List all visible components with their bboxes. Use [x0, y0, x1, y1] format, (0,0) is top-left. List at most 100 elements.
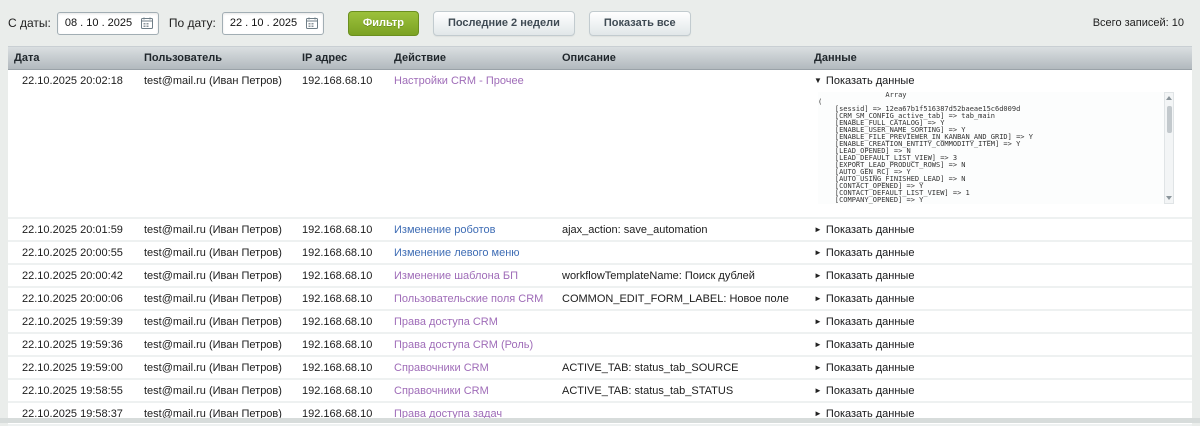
filter-button[interactable]: Фильтр — [348, 11, 419, 36]
scrollbar[interactable] — [1164, 92, 1174, 204]
row-date: 22.10.2025 19:58:55 — [8, 380, 138, 401]
row-date: 22.10.2025 19:59:00 — [8, 357, 138, 378]
triangle-right-icon: ► — [814, 225, 822, 234]
row-date: 22.10.2025 20:01:59 — [8, 219, 138, 240]
triangle-right-icon: ► — [814, 409, 822, 418]
action-link[interactable]: Права доступа CRM — [394, 316, 498, 328]
show-data-toggle[interactable]: ► Показать данные — [814, 339, 914, 351]
row-date: 22.10.2025 19:59:39 — [8, 311, 138, 332]
show-data-toggle[interactable]: ►Показать данные — [814, 224, 914, 236]
show-data-label: Показать данные — [826, 270, 915, 282]
action-cell: Пользовательские поля CRM — [388, 288, 556, 309]
row-user: test@mail.ru (Иван Петров) — [138, 334, 296, 355]
scroll-up-icon[interactable] — [1166, 96, 1172, 100]
row-ip: 192.168.68.10 — [296, 265, 388, 286]
action-link[interactable]: Права доступа CRM (Роль) — [394, 339, 533, 351]
show-all-button[interactable]: Показать все — [589, 11, 691, 36]
row-date: 22.10.2025 20:00:55 — [8, 242, 138, 263]
row-ip: 192.168.68.10 — [296, 242, 388, 263]
row-user: test@mail.ru (Иван Петров) — [138, 288, 296, 309]
action-link[interactable]: Изменение левого меню — [394, 247, 520, 259]
data-cell: ►Показать данные — [808, 219, 1192, 240]
row-description: workflowTemplateName: Поиск дублей — [556, 265, 808, 286]
row-description — [556, 242, 808, 263]
from-date-label: С даты: — [8, 16, 51, 30]
calendar-icon[interactable] — [141, 17, 153, 29]
show-data-label: Показать данные — [826, 385, 915, 397]
to-date-input[interactable]: 22 . 10 . 2025 — [222, 12, 324, 35]
action-link[interactable]: Изменение шаблона БП — [394, 270, 518, 282]
filter-toolbar: С даты: 08 . 10 . 2025 По дату: 22 . 10 … — [0, 0, 1200, 46]
action-cell: Настройки CRM - Прочее — [388, 70, 556, 217]
table-row: 22.10.2025 20:01:59 test@mail.ru (Иван П… — [8, 219, 1192, 242]
to-date-label: По дату: — [169, 16, 216, 30]
show-data-toggle[interactable]: ►Показать данные — [814, 316, 914, 328]
row-ip: 192.168.68.10 — [296, 70, 388, 217]
data-cell: ►Показать данные — [808, 288, 1192, 309]
row-user: test@mail.ru (Иван Петров) — [138, 380, 296, 401]
column-header-user: Пользователь — [138, 52, 296, 64]
show-data-label: Показать данные — [826, 362, 915, 374]
action-link[interactable]: Пользовательские поля CRM — [394, 293, 543, 305]
action-cell: Права доступа CRM — [388, 311, 556, 332]
page-bottom-strip — [0, 418, 1200, 423]
triangle-right-icon: ► — [814, 340, 822, 349]
row-date: 22.10.2025 20:00:06 — [8, 288, 138, 309]
row-date: 22.10.2025 20:00:42 — [8, 265, 138, 286]
triangle-down-icon: ▼ — [814, 76, 822, 85]
show-data-toggle[interactable]: ► Показать данные — [814, 362, 914, 374]
show-data-toggle[interactable]: ► Показать данные — [814, 385, 914, 397]
data-cell: ► Показать данные — [808, 334, 1192, 355]
event-log-table: Дата Пользователь IP адрес Действие Опис… — [8, 46, 1192, 426]
to-date-value: 22 . 10 . 2025 — [230, 17, 297, 29]
row-ip: 192.168.68.10 — [296, 311, 388, 332]
action-cell: Справочники CRM — [388, 357, 556, 378]
row-description: COMMON_EDIT_FORM_LABEL: Новое поле — [556, 288, 808, 309]
data-cell: ► Показать данные — [808, 265, 1192, 286]
triangle-right-icon: ► — [814, 363, 822, 372]
row-description — [556, 70, 808, 217]
triangle-right-icon: ► — [814, 271, 822, 280]
table-row: 22.10.2025 20:00:55 test@mail.ru (Иван П… — [8, 242, 1192, 265]
row-user: test@mail.ru (Иван Петров) — [138, 357, 296, 378]
triangle-right-icon: ► — [814, 386, 822, 395]
action-cell: Изменение роботов — [388, 219, 556, 240]
data-cell: ▼ Показать данные Array ( [sessid] => 12e… — [808, 70, 1192, 217]
row-description — [556, 334, 808, 355]
action-cell: Справочники CRM — [388, 380, 556, 401]
action-cell: Права доступа CRM (Роль) — [388, 334, 556, 355]
row-ip: 192.168.68.10 — [296, 219, 388, 240]
table-row: 22.10.2025 19:58:55 test@mail.ru (Иван П… — [8, 380, 1192, 403]
action-link[interactable]: Справочники CRM — [394, 385, 489, 397]
show-data-toggle[interactable]: ► Показать данные — [814, 270, 914, 282]
total-records-label: Всего записей: 10 — [1093, 17, 1190, 29]
row-user: test@mail.ru (Иван Петров) — [138, 311, 296, 332]
row-ip: 192.168.68.10 — [296, 288, 388, 309]
show-data-toggle[interactable]: ►Показать данные — [814, 247, 914, 259]
data-cell: ► Показать данные — [808, 357, 1192, 378]
show-data-toggle[interactable]: ▼ Показать данные — [814, 75, 1186, 87]
row-user: test@mail.ru (Иван Петров) — [138, 70, 296, 217]
row-ip: 192.168.68.10 — [296, 357, 388, 378]
row-date: 22.10.2025 19:59:36 — [8, 334, 138, 355]
show-data-label: Показать данные — [826, 75, 915, 87]
data-cell: ►Показать данные — [808, 242, 1192, 263]
calendar-icon[interactable] — [306, 17, 318, 29]
row-user: test@mail.ru (Иван Петров) — [138, 265, 296, 286]
from-date-input[interactable]: 08 . 10 . 2025 — [57, 12, 159, 35]
data-dump-panel: Array ( [sessid] => 12ea67b1f516387d52ba… — [818, 92, 1174, 204]
scroll-down-icon[interactable] — [1166, 196, 1172, 200]
action-link[interactable]: Изменение роботов — [394, 224, 496, 236]
table-row: 22.10.2025 20:02:18 test@mail.ru (Иван П… — [8, 70, 1192, 219]
scroll-thumb[interactable] — [1167, 106, 1172, 133]
action-link[interactable]: Настройки CRM - Прочее — [394, 75, 524, 87]
show-data-toggle[interactable]: ►Показать данные — [814, 293, 914, 305]
show-data-label: Показать данные — [826, 339, 915, 351]
row-date: 22.10.2025 20:02:18 — [8, 70, 138, 217]
triangle-right-icon: ► — [814, 317, 822, 326]
row-user: test@mail.ru (Иван Петров) — [138, 219, 296, 240]
action-link[interactable]: Справочники CRM — [394, 362, 489, 374]
last-two-weeks-button[interactable]: Последние 2 недели — [433, 11, 575, 36]
row-description: ACTIVE_TAB: status_tab_SOURCE — [556, 357, 808, 378]
from-date-value: 08 . 10 . 2025 — [65, 17, 132, 29]
